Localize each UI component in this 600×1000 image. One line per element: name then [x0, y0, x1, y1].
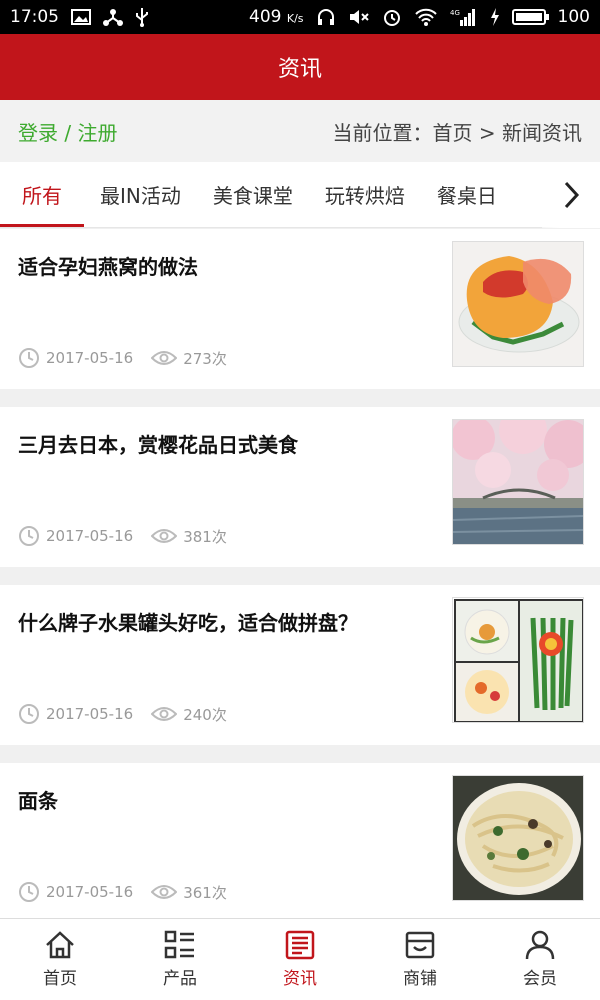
tab-food-class[interactable]: 美食课堂: [197, 162, 309, 227]
network-speed: 409 K/s: [249, 7, 304, 27]
category-tabs: 所有 最IN活动 美食课堂 玩转烘焙 餐桌日: [0, 162, 600, 228]
article-thumbnail[interactable]: [452, 419, 584, 545]
usb-icon: [135, 7, 149, 27]
shop-icon: [405, 931, 435, 959]
article-item[interactable]: 什么牌子水果罐头好吃，适合做拼盘？ 2017-05-16 240次: [0, 585, 600, 745]
wifi-icon: [414, 8, 438, 26]
nav-products-label: 产品: [163, 969, 197, 989]
article-views: 240次: [183, 705, 227, 724]
battery-icon: [511, 9, 549, 25]
tab-all[interactable]: 所有: [0, 162, 84, 227]
status-bar: 17:05 409 K/s 4G 100: [0, 0, 600, 34]
home-icon: [46, 931, 74, 959]
eye-icon: [151, 529, 178, 543]
clock-icon: [19, 526, 39, 546]
article-title: 什么牌子水果罐头好吃，适合做拼盘？: [18, 611, 358, 635]
article-date: 2017-05-16: [46, 883, 134, 901]
nav-news[interactable]: 资讯: [240, 919, 360, 1000]
breadcrumb: 当前位置：首页 > 新闻资讯: [332, 120, 582, 145]
article-title: 三月去日本，赏樱花品日式美食: [18, 433, 298, 457]
article-views: 361次: [183, 883, 227, 902]
news-icon: [285, 930, 315, 960]
svg-text:4G: 4G: [450, 9, 460, 17]
bottom-nav: 首页 产品 资讯 商铺 会员: [0, 918, 600, 1000]
tab-baking[interactable]: 玩转烘焙: [309, 162, 421, 227]
article-list: 适合孕妇燕窝的做法 2017-05-16 273次 三月去日本，赏樱花品日式美食…: [0, 229, 600, 941]
article-meta: 2017-05-16 381次: [18, 525, 245, 547]
charging-icon: [490, 8, 500, 26]
article-item[interactable]: 适合孕妇燕窝的做法 2017-05-16 273次: [0, 229, 600, 389]
share-icon: [103, 8, 123, 26]
list-icon: [164, 930, 194, 959]
clock-icon: [19, 882, 39, 902]
page-title: 资讯: [277, 57, 322, 82]
mute-icon: [348, 8, 370, 26]
login-register-link[interactable]: 登录 / 注册: [18, 117, 117, 146]
article-meta: 2017-05-16 361次: [18, 881, 245, 903]
nav-home[interactable]: 首页: [0, 919, 120, 1000]
article-date: 2017-05-16: [46, 349, 134, 367]
article-thumbnail[interactable]: [452, 241, 584, 367]
tab-hot-events[interactable]: 最IN活动: [84, 162, 197, 227]
nav-member-label: 会员: [523, 969, 557, 989]
alarm-icon: [382, 7, 402, 27]
nav-home-label: 首页: [43, 969, 77, 989]
tab-table[interactable]: 餐桌日: [421, 162, 513, 227]
nav-news-label: 资讯: [283, 969, 317, 989]
article-thumbnail[interactable]: [452, 775, 584, 901]
clock-icon: [19, 704, 39, 724]
article-item[interactable]: 三月去日本，赏樱花品日式美食 2017-05-16 381次: [0, 407, 600, 567]
article-item[interactable]: 面条 2017-05-16 361次: [0, 763, 600, 923]
clock-icon: [19, 348, 39, 368]
article-date: 2017-05-16: [46, 705, 134, 723]
clock: 17:05: [10, 7, 59, 27]
article-date: 2017-05-16: [46, 527, 134, 545]
location-bar: 登录 / 注册 当前位置：首页 > 新闻资讯: [0, 100, 600, 162]
battery-level: 100: [557, 7, 590, 27]
image-notification-icon: [71, 9, 91, 25]
title-bar: 资讯: [0, 34, 600, 100]
chevron-right-icon: [564, 181, 580, 209]
headphones-icon: [316, 7, 336, 27]
tabs-scroll-right-button[interactable]: [542, 162, 600, 228]
nav-shop[interactable]: 商铺: [360, 919, 480, 1000]
eye-icon: [151, 707, 178, 721]
eye-icon: [151, 885, 178, 899]
article-views: 381次: [183, 527, 227, 546]
nav-products[interactable]: 产品: [120, 919, 240, 1000]
eye-icon: [151, 351, 178, 365]
article-views: 273次: [183, 349, 227, 368]
article-title: 适合孕妇燕窝的做法: [18, 255, 198, 279]
article-thumbnail[interactable]: [452, 597, 584, 723]
user-icon: [525, 930, 555, 960]
nav-shop-label: 商铺: [403, 969, 437, 989]
nav-member[interactable]: 会员: [480, 919, 600, 1000]
article-title: 面条: [18, 789, 58, 813]
article-meta: 2017-05-16 273次: [18, 347, 245, 369]
article-meta: 2017-05-16 240次: [18, 703, 245, 725]
signal-icon: 4G: [450, 8, 478, 26]
